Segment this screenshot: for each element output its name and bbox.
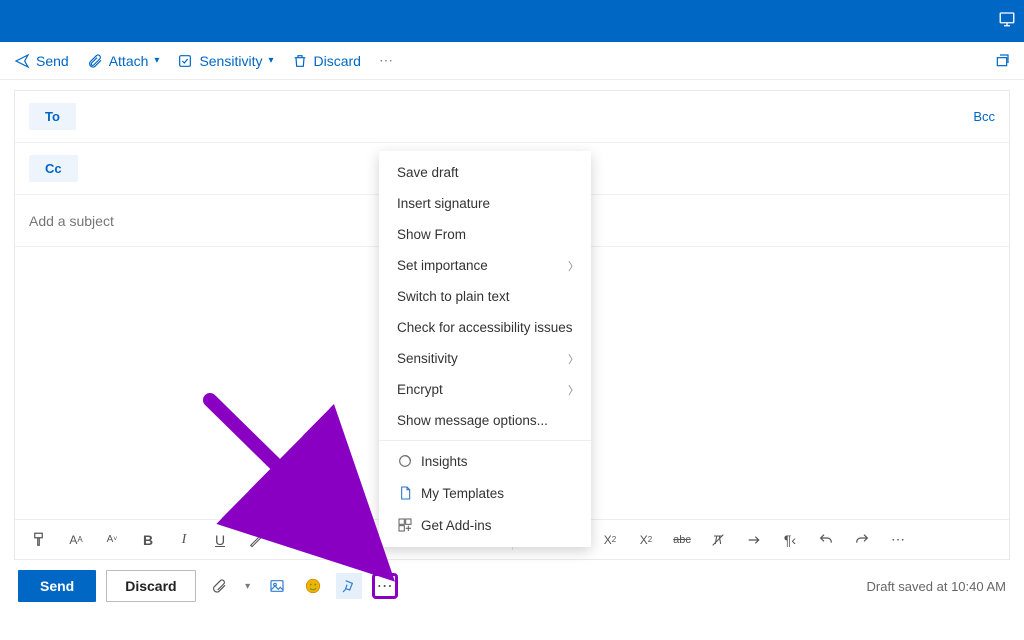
draft-saved-status: Draft saved at 10:40 AM: [867, 579, 1006, 594]
send-primary-button[interactable]: Send: [18, 570, 96, 602]
format-more-button[interactable]: ⋯: [887, 529, 909, 551]
font-size-down-icon[interactable]: A˅: [101, 529, 123, 551]
menu-set-importance[interactable]: Set importance〉: [379, 250, 591, 281]
chevron-right-icon: 〉: [568, 258, 579, 274]
toggle-format-bar-button[interactable]: [336, 573, 362, 599]
rtl-button[interactable]: ¶‹: [779, 529, 801, 551]
subscript-button[interactable]: X2: [635, 529, 657, 551]
more-options-menu: Save draft Insert signature Show From Se…: [379, 151, 591, 547]
underline-button[interactable]: U: [209, 529, 231, 551]
ltr-button[interactable]: [743, 529, 765, 551]
bcc-toggle[interactable]: Bcc: [973, 109, 995, 124]
menu-switch-plain-text[interactable]: Switch to plain text: [379, 281, 591, 312]
discard-button[interactable]: Discard: [292, 53, 361, 69]
menu-check-accessibility[interactable]: Check for accessibility issues: [379, 312, 591, 343]
send-icon: [14, 53, 30, 69]
sensitivity-icon: [177, 53, 193, 69]
italic-button[interactable]: I: [173, 529, 195, 551]
sensitivity-label: Sensitivity: [199, 53, 262, 69]
feedback-icon[interactable]: [998, 10, 1016, 28]
menu-get-addins[interactable]: Get Add-ins: [379, 509, 591, 541]
attach-mini-button[interactable]: [206, 573, 232, 599]
discard-secondary-button[interactable]: Discard: [106, 570, 195, 602]
clear-format-button[interactable]: [707, 529, 729, 551]
superscript-button[interactable]: X2: [599, 529, 621, 551]
cc-button[interactable]: Cc: [29, 155, 78, 182]
bottom-action-bar: Send Discard ▾ ⋯ Draft saved at 10:40 AM: [0, 560, 1024, 612]
more-toolbar-button[interactable]: ⋯: [379, 52, 393, 69]
compose-toolbar: Send Attach ▾ Sensitivity ▾ Discard ⋯: [0, 42, 1024, 80]
send-button[interactable]: Send: [14, 53, 69, 69]
window-title-bar: [0, 0, 1024, 42]
strikethrough-button[interactable]: abc: [671, 529, 693, 551]
svg-text:3: 3: [372, 541, 375, 546]
sensitivity-button[interactable]: Sensitivity ▾: [177, 53, 273, 69]
addins-icon: [397, 517, 413, 533]
more-actions-button[interactable]: ⋯: [372, 573, 398, 599]
chevron-right-icon: 〉: [568, 382, 579, 398]
compose-pane: To Bcc Cc Save draft Insert signature Sh…: [14, 90, 1010, 560]
insights-icon: [397, 453, 413, 469]
redo-button[interactable]: [851, 529, 873, 551]
insert-emoji-button[interactable]: [300, 573, 326, 599]
attach-button[interactable]: Attach ▾: [87, 53, 160, 69]
menu-separator: [379, 440, 591, 441]
highlight-button[interactable]: [245, 529, 267, 551]
send-label: Send: [36, 53, 69, 69]
to-row: To Bcc: [15, 91, 1009, 143]
menu-insert-signature[interactable]: Insert signature: [379, 188, 591, 219]
templates-icon: [397, 485, 413, 501]
bullets-button[interactable]: [332, 529, 354, 551]
undo-button[interactable]: [815, 529, 837, 551]
to-button[interactable]: To: [29, 103, 76, 130]
popout-button[interactable]: [994, 53, 1010, 69]
menu-sensitivity[interactable]: Sensitivity〉: [379, 343, 591, 374]
menu-show-from[interactable]: Show From: [379, 219, 591, 250]
menu-encrypt[interactable]: Encrypt〉: [379, 374, 591, 405]
attach-label: Attach: [109, 53, 149, 69]
chevron-right-icon: 〉: [568, 351, 579, 367]
insert-picture-button[interactable]: [264, 573, 290, 599]
chevron-down-icon: ▾: [154, 55, 159, 66]
discard-label: Discard: [314, 53, 361, 69]
separator: [317, 530, 318, 550]
attach-chevron-icon[interactable]: ▾: [242, 573, 254, 599]
menu-my-templates[interactable]: My Templates: [379, 477, 591, 509]
menu-show-message-options[interactable]: Show message options...: [379, 405, 591, 436]
trash-icon: [292, 53, 308, 69]
menu-insights[interactable]: Insights: [379, 445, 591, 477]
menu-save-draft[interactable]: Save draft: [379, 157, 591, 188]
font-color-button[interactable]: A: [281, 529, 303, 551]
bold-button[interactable]: B: [137, 529, 159, 551]
font-size-up-icon[interactable]: AA: [65, 529, 87, 551]
paperclip-icon: [87, 53, 103, 69]
format-painter-icon[interactable]: [29, 529, 51, 551]
chevron-down-icon: ▾: [268, 55, 273, 66]
